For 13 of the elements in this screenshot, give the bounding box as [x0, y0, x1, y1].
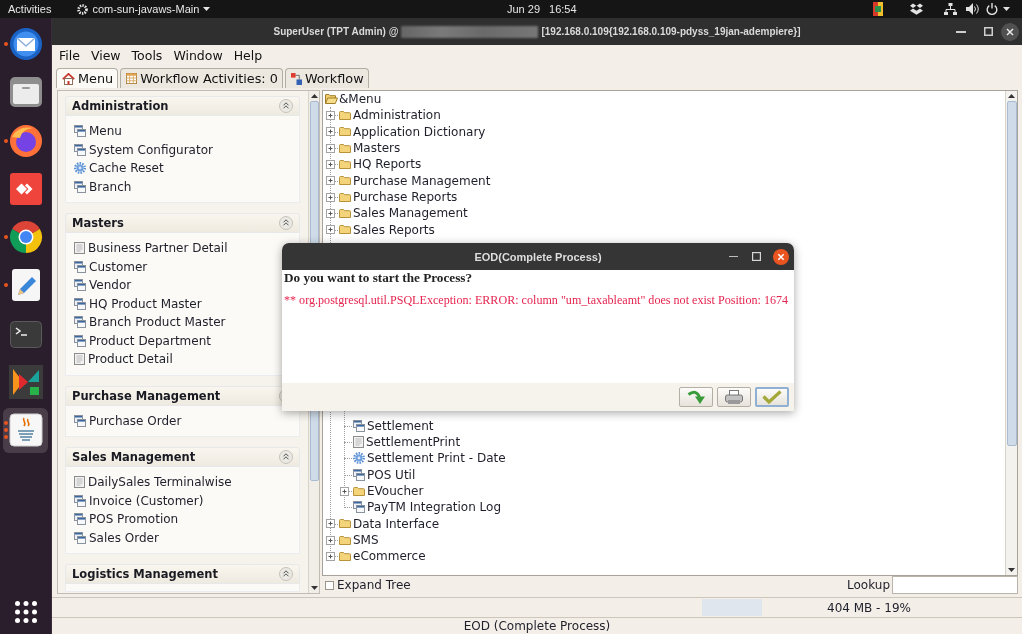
lookup-label: Lookup: [847, 578, 890, 592]
memory-usage: 404 MB - 19%: [827, 600, 911, 615]
window-title: [192.168.0.109{192.168.0.109-pdyss_19jan-adempiere}]: [541, 26, 801, 37]
status-message: EOD (Complete Process): [463, 619, 611, 633]
section-title: Purchase Management: [72, 388, 221, 403]
question-text: Do you want to start the Process?: [284, 270, 473, 285]
section-title: Administration: [72, 99, 169, 113]
section-title: Masters: [72, 216, 124, 230]
dialog-title: EOD(Complete Process): [474, 250, 602, 263]
section-title: Sales Management: [72, 450, 196, 464]
error-message: ** org.postgresql.util.PSQLException: ERROR: column "um_taxableamt" does not exist Position: 1674: [284, 293, 789, 308]
window-title: SuperUser (TPT Admin) @: [273, 26, 399, 37]
section-title: Logistics Management: [72, 567, 218, 581]
